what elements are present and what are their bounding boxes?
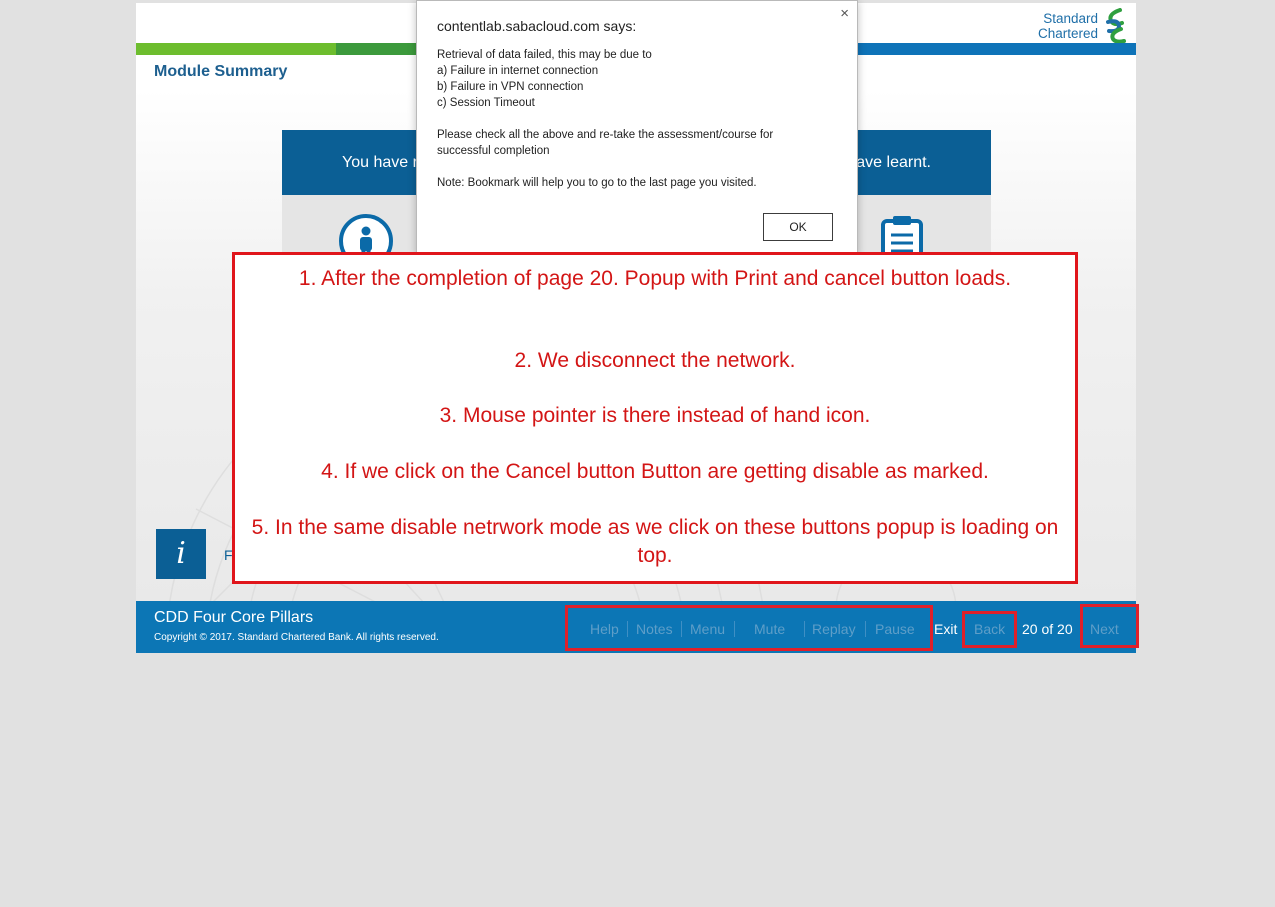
browser-alert-dialog: contentlab.sabacloud.com says: × Retriev… [416,0,858,254]
banner-text-left: You have r [342,154,418,171]
dialog-title: contentlab.sabacloud.com says: [437,18,637,34]
header-bar-green [136,43,336,55]
dialog-message-line: Note: Bookmark will help you to go to th… [437,177,757,189]
ok-button[interactable]: OK [763,213,833,241]
annotation-note-4: 4. If we click on the Cancel button Butt… [321,460,989,483]
dialog-message-spacer [437,159,773,175]
banner-text-right: ave learnt. [856,154,931,171]
dialog-message-line: c) Session Timeout [437,97,535,109]
annotation-note-3: 3. Mouse pointer is there instead of han… [439,404,871,427]
dialog-message-spacer [437,111,773,127]
course-name: CDD Four Core Pillars [154,609,314,626]
logo-line-2: Chartered [1037,26,1098,41]
logo-icon [1106,8,1126,44]
dialog-message: Retrieval of data failed, this may be du… [437,47,773,191]
info-button[interactable]: i [156,529,206,579]
header-bar-dark-green [336,43,416,55]
dialog-message-line: Please check all the above and re-take t… [437,129,774,141]
close-icon[interactable]: × [840,5,849,22]
page-counter: 20 of 20 [1022,621,1073,637]
annotation-mark-next [1080,604,1139,648]
annotation-note-2: 2. We disconnect the network. [514,349,796,372]
annotation-mark-back [962,611,1017,648]
dialog-message-line: b) Failure in VPN connection [437,81,584,93]
exit-button[interactable]: Exit [934,601,957,653]
copyright-text: Copyright © 2017. Standard Chartered Ban… [154,632,439,643]
logo-line-1: Standard [1043,11,1098,26]
annotation-note-1: 1. After the completion of page 20. Popu… [298,267,1012,290]
module-title: Module Summary [154,63,288,80]
logo-text: Standard Chartered [1038,11,1098,41]
dialog-message-line: Retrieval of data failed, this may be du… [437,49,652,61]
dialog-message-line: successful completion [437,145,550,157]
annotation-mark-nav-group [565,605,933,651]
annotation-note-5: 5. In the same disable netrwork mode as … [251,516,1059,567]
dialog-message-line: a) Failure in internet connection [437,65,599,77]
standard-chartered-logo: Standard Chartered [1038,8,1128,44]
annotation-note-box: 1. After the completion of page 20. Popu… [232,252,1078,584]
